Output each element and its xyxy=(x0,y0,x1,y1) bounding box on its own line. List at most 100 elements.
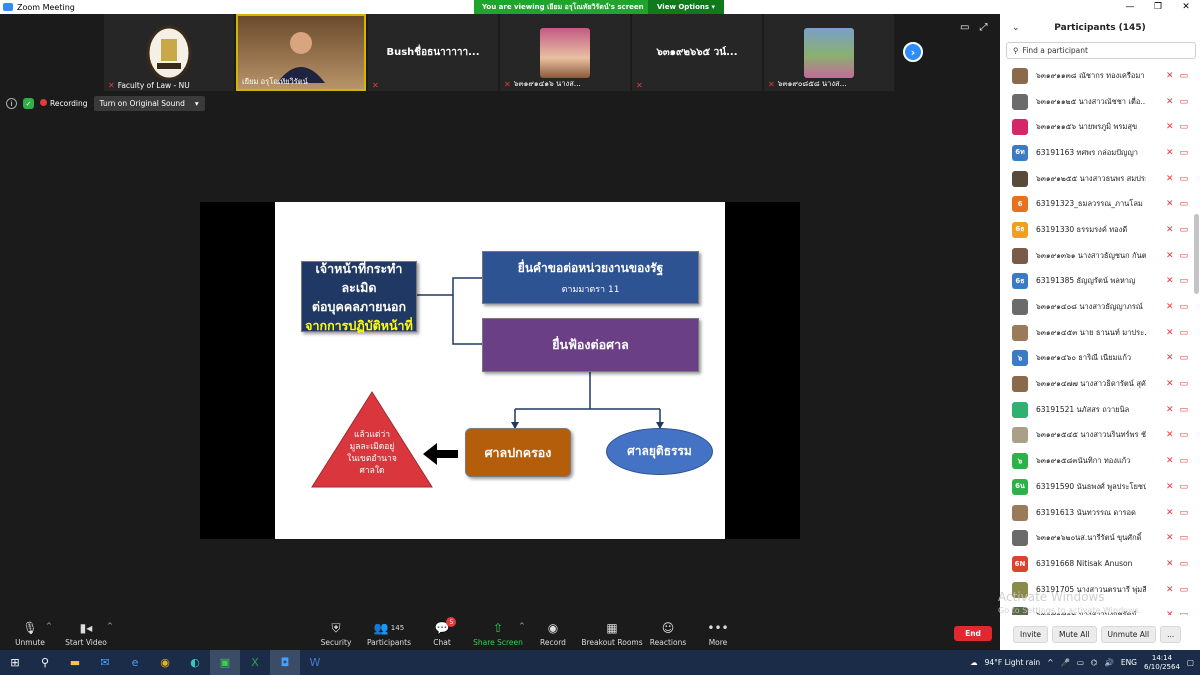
chevron-up-icon[interactable]: ^ xyxy=(46,622,52,630)
mic-muted-icon[interactable]: ✕ xyxy=(1166,174,1174,184)
participants-button[interactable]: 👥 145 Participants xyxy=(359,620,419,647)
video-off-icon[interactable]: ▭ xyxy=(1179,405,1188,415)
video-off-icon[interactable]: ▭ xyxy=(1179,353,1188,363)
participant-scrollbar[interactable] xyxy=(1194,214,1199,294)
mic-muted-icon[interactable]: ✕ xyxy=(1166,533,1174,543)
participant-row[interactable]: ๖๓๑๙๑๒๕๕ นางสาวธนพร สมประ... ✕ ▭ xyxy=(1000,166,1192,192)
participant-row[interactable]: ๖ ๖๓๑๙๑๕๘๓นันทิกา ทองแก้ว ✕ ▭ xyxy=(1000,448,1192,474)
thumbnail-number[interactable]: ๖๓๑๙๒๖๖๕ วน์... ✕ xyxy=(632,14,762,91)
minimize-icon[interactable]: — xyxy=(1116,0,1144,14)
microphone-icon[interactable]: 🎤 xyxy=(1060,658,1069,667)
shield-icon[interactable]: ✓ xyxy=(23,98,34,109)
video-off-icon[interactable]: ▭ xyxy=(1179,456,1188,466)
participant-row[interactable]: ๖๓๑๙๑๑๕๖ นายพรภูมิ พรมสุข ✕ ▭ xyxy=(1000,114,1192,140)
mic-muted-icon[interactable]: ✕ xyxy=(1166,456,1174,466)
network-icon[interactable]: ⌬ xyxy=(1091,658,1098,667)
file-explorer-icon[interactable]: ▬ xyxy=(60,650,90,675)
weather-text[interactable]: 94°F Light rain xyxy=(985,658,1041,667)
original-sound-button[interactable]: Turn on Original Sound ▾ xyxy=(93,96,205,111)
mic-muted-icon[interactable]: ✕ xyxy=(1166,610,1174,615)
mic-muted-icon[interactable]: ✕ xyxy=(1166,71,1174,81)
volume-icon[interactable]: 🔊 xyxy=(1104,658,1113,667)
video-off-icon[interactable]: ▭ xyxy=(1179,610,1188,615)
mic-muted-icon[interactable]: ✕ xyxy=(1166,97,1174,107)
mic-muted-icon[interactable]: ✕ xyxy=(1166,353,1174,363)
mic-muted-icon[interactable]: ✕ xyxy=(1166,302,1174,312)
fullscreen-icon[interactable]: ⤢ xyxy=(979,22,987,33)
mic-muted-icon[interactable]: ✕ xyxy=(1166,251,1174,261)
participant-row[interactable]: ๖๓๑๙๑๔๐๘ นางสาวธัญญาภรณ์ ... ✕ ▭ xyxy=(1000,294,1192,320)
mic-muted-icon[interactable]: ✕ xyxy=(1166,559,1174,569)
record-button[interactable]: ◉ Record xyxy=(523,620,583,647)
participant-row[interactable]: ๖๓๑๙๑๖๒๐นส.นารีรัตน์ ขุนศักดิ์ ✕ ▭ xyxy=(1000,525,1192,551)
video-off-icon[interactable]: ▭ xyxy=(1179,533,1188,543)
participant-row[interactable]: 6 63191323_ธมลวรรณ_ภานโลม ✕ ▭ xyxy=(1000,191,1192,217)
security-button[interactable]: ⛨ Security xyxy=(306,620,366,648)
participant-row[interactable]: ๖๓๑๙๑๓๖๑ นางสาวธัญชนก กันต... ✕ ▭ xyxy=(1000,243,1192,269)
video-off-icon[interactable]: ▭ xyxy=(1179,585,1188,595)
battery-icon[interactable]: ▭ xyxy=(1077,658,1084,667)
participant-row[interactable]: 63191521 นภัสสร ถวายนิล ✕ ▭ xyxy=(1000,397,1192,423)
next-page-button[interactable]: › xyxy=(903,42,923,62)
windows-start-icon[interactable]: ⊞ xyxy=(0,650,30,675)
notification-icon[interactable]: ▢ xyxy=(1187,658,1194,667)
participant-row[interactable]: 6N 63191668 Nitisak Anuson ✕ ▭ xyxy=(1000,551,1192,577)
thumbnail-speaker[interactable]: เยียม อรุโณทัยวิรัตน์ xyxy=(236,14,366,91)
line-icon[interactable]: ▣ xyxy=(210,650,240,675)
view-options-button[interactable]: View Options ▾ xyxy=(648,0,724,14)
mic-muted-icon[interactable]: ✕ xyxy=(1166,225,1174,235)
mic-muted-icon[interactable]: ✕ xyxy=(1166,585,1174,595)
thumbnail-photo-1[interactable]: ✕ ๖๓๑๙๑๔๑๖ นางส... xyxy=(500,14,630,91)
more-button[interactable]: ••• More xyxy=(688,620,748,647)
mic-muted-icon[interactable]: ✕ xyxy=(1166,328,1174,338)
info-icon[interactable]: i xyxy=(6,98,17,109)
view-layout-icon[interactable]: ▭ xyxy=(960,22,969,33)
participant-row[interactable]: 6ธ 63191330 ธรรมรงค์ ทองดี ✕ ▭ xyxy=(1000,217,1192,243)
mute-all-button[interactable]: Mute All xyxy=(1052,625,1097,643)
close-icon[interactable]: ✕ xyxy=(1172,0,1200,14)
chat-button[interactable]: 💬 5 Chat xyxy=(412,617,472,647)
participant-row[interactable]: 6น 63191590 นันธพงศ์ พูลประโยชน์ ✕ ▭ xyxy=(1000,474,1192,500)
video-off-icon[interactable]: ▭ xyxy=(1179,97,1188,107)
video-off-icon[interactable]: ▭ xyxy=(1179,302,1188,312)
mic-muted-icon[interactable]: ✕ xyxy=(1166,379,1174,389)
video-off-icon[interactable]: ▭ xyxy=(1179,71,1188,81)
thumbnail-photo-2[interactable]: ✕ ๖๓๑๙๐๘๕๘ นางส... xyxy=(764,14,894,91)
breakout-rooms-button[interactable]: ▦ Breakout Rooms xyxy=(581,620,643,647)
ie-icon[interactable]: e xyxy=(120,650,150,675)
video-off-icon[interactable]: ▭ xyxy=(1179,482,1188,492)
edge-icon[interactable]: ◐ xyxy=(180,650,210,675)
video-off-icon[interactable]: ▭ xyxy=(1179,122,1188,132)
video-off-icon[interactable]: ▭ xyxy=(1179,276,1188,286)
participant-row[interactable]: 6ท 63191163 ทศพร กล่อมปัญญา ✕ ▭ xyxy=(1000,140,1192,166)
video-off-icon[interactable]: ▭ xyxy=(1179,508,1188,518)
participant-search-input[interactable]: ⚲ Find a participant xyxy=(1006,42,1196,59)
word-icon[interactable]: W xyxy=(300,650,330,675)
video-off-icon[interactable]: ▭ xyxy=(1179,199,1188,209)
video-off-icon[interactable]: ▭ xyxy=(1179,225,1188,235)
participant-row[interactable]: ๖๓๑๙๑๑๓๘ ณัชากร ทองเครือมา ✕ ▭ xyxy=(1000,63,1192,89)
zoom-taskbar-icon[interactable]: ◘ xyxy=(270,650,300,675)
video-off-icon[interactable]: ▭ xyxy=(1179,559,1188,569)
mic-muted-icon[interactable]: ✕ xyxy=(1166,199,1174,209)
mic-muted-icon[interactable]: ✕ xyxy=(1166,276,1174,286)
participant-row[interactable]: ๖ ๖๓๑๙๑๔๖๐ ธาริณี เนียมแก้ว ✕ ▭ xyxy=(1000,346,1192,372)
mic-muted-icon[interactable]: ✕ xyxy=(1166,148,1174,158)
video-off-icon[interactable]: ▭ xyxy=(1179,430,1188,440)
chevron-up-icon[interactable]: ^ xyxy=(107,622,113,630)
clock[interactable]: 14:14 6/10/2564 xyxy=(1144,654,1180,672)
invite-button[interactable]: Invite xyxy=(1013,625,1049,643)
participant-row[interactable]: ๖๓๑๙๑๕๔๕ นางสาวนรินทร์พร ชั... ✕ ▭ xyxy=(1000,423,1192,449)
excel-icon[interactable]: X xyxy=(240,650,270,675)
mic-muted-icon[interactable]: ✕ xyxy=(1166,508,1174,518)
collapse-chevron-icon[interactable]: ⌄ xyxy=(1012,23,1020,33)
tray-chevron-icon[interactable]: ^ xyxy=(1047,658,1053,667)
recording-indicator[interactable]: Recording xyxy=(40,99,88,108)
language-indicator[interactable]: ENG xyxy=(1121,658,1137,667)
mail-icon[interactable]: ✉ xyxy=(90,650,120,675)
chrome-icon[interactable]: ◉ xyxy=(150,650,180,675)
participant-row[interactable]: ๖๓๑๙๑๔๕๓ นาย ธานนท์ มาประ... ✕ ▭ xyxy=(1000,320,1192,346)
participant-row[interactable]: 63191613 นันทวรรณ ดารอด ✕ ▭ xyxy=(1000,500,1192,526)
end-meeting-button[interactable]: End xyxy=(954,626,992,641)
mic-muted-icon[interactable]: ✕ xyxy=(1166,430,1174,440)
